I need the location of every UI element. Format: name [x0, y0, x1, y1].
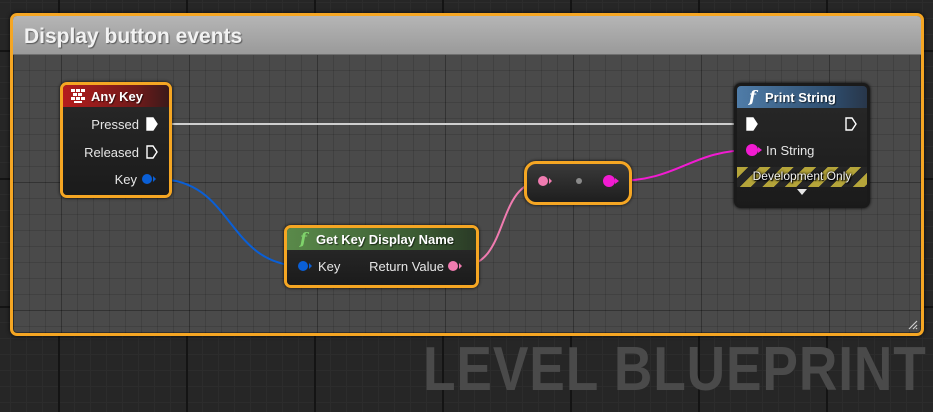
string-output-pin-reroute[interactable]: [602, 174, 620, 188]
exec-output-pin-released[interactable]: [146, 145, 158, 159]
text-output-pin-return-value[interactable]: [447, 260, 463, 272]
chevron-down-icon[interactable]: [796, 188, 808, 196]
in-string-pin-label: In String: [766, 143, 815, 158]
string-input-pin-in-string[interactable]: [745, 143, 763, 157]
released-pin-label: Released: [84, 145, 139, 160]
reroute-dot-icon: [576, 178, 582, 184]
key-input-pin-label: Key: [318, 259, 341, 274]
return-value-pin-label: Return Value: [369, 259, 444, 274]
level-blueprint-watermark: LEVEL BLUEPRINT: [423, 335, 927, 404]
blueprint-graph[interactable]: Display button events Any Key f Get Key …: [0, 0, 933, 412]
exec-output-pin-pressed[interactable]: [146, 117, 158, 131]
struct-output-pin-key[interactable]: [141, 173, 157, 185]
key-output-pin-label: Key: [114, 172, 137, 187]
exec-output-pin-print-string[interactable]: [845, 117, 857, 131]
text-input-pin-reroute[interactable]: [537, 175, 553, 187]
exec-input-pin-print-string[interactable]: [746, 117, 758, 131]
pressed-pin-label: Pressed: [91, 117, 139, 132]
struct-input-pin-key[interactable]: [297, 260, 313, 272]
